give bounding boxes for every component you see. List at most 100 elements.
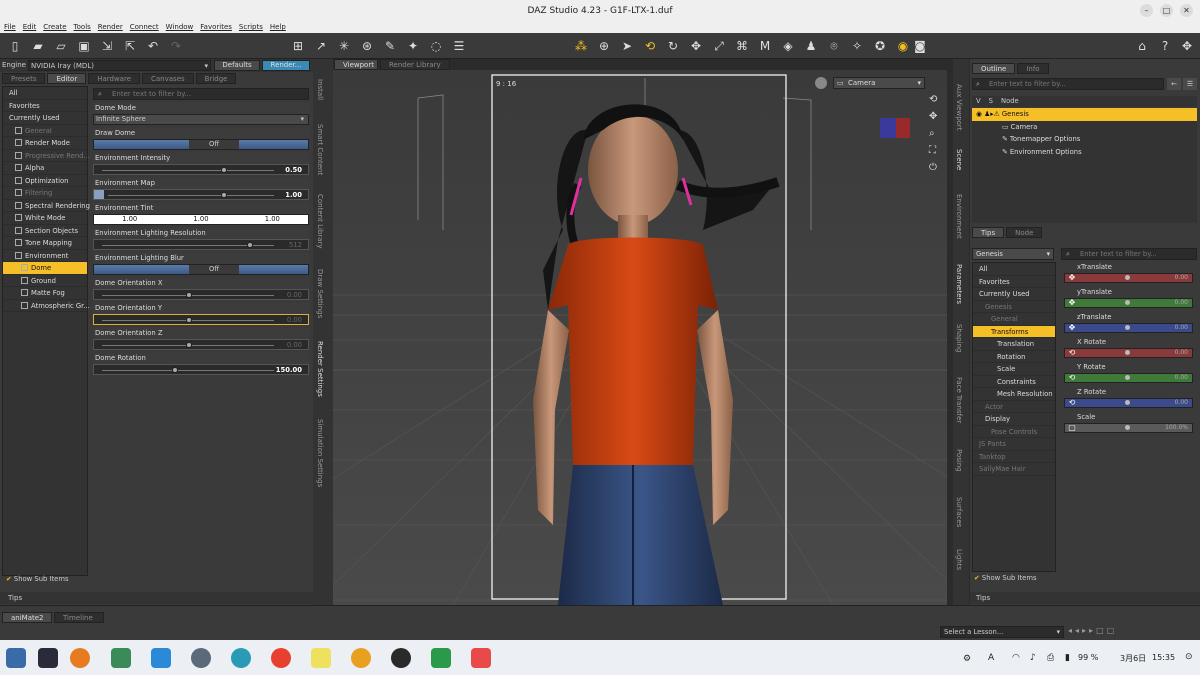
window-switch-icon[interactable] [38, 648, 58, 668]
iray-render-icon[interactable]: ◉ [894, 37, 912, 55]
parameter-slider[interactable]: ▢ 100.0% [1064, 423, 1193, 433]
parameter-category-item[interactable]: Tanktop [973, 451, 1055, 463]
pan-icon[interactable]: ✥ [929, 111, 937, 122]
surface-icon[interactable]: ◈ [779, 37, 797, 55]
tips-bar[interactable]: Tips [0, 592, 313, 604]
scale-icon[interactable]: ⤢ [710, 37, 728, 55]
menu-file[interactable]: File [4, 22, 16, 33]
tab-outline[interactable]: Outline [972, 63, 1016, 74]
render-icon[interactable]: ◙ [911, 37, 929, 55]
geometry-editor-icon[interactable]: ✦ [404, 37, 422, 55]
settings-icon[interactable] [191, 648, 211, 668]
render-category-item[interactable]: Tone Mapping [3, 237, 87, 250]
menu-create[interactable]: Create [43, 22, 66, 33]
tab-presets[interactable]: Presets [2, 73, 46, 84]
vpn-icon[interactable] [231, 648, 251, 668]
new-file-icon[interactable]: ▯ [6, 37, 24, 55]
light-icon[interactable]: ✪ [871, 37, 889, 55]
env-map-thumbnail[interactable] [94, 190, 104, 199]
view-cube-left-face[interactable] [880, 118, 896, 138]
redo-icon[interactable]: ↷ [167, 37, 185, 55]
obs-icon[interactable] [391, 648, 411, 668]
show-sub-items-checkbox[interactable]: ✔ Show Sub Items [6, 575, 69, 583]
tint-g[interactable]: 1.00 [165, 215, 236, 224]
viewport[interactable]: 9 : 16 ▭ Camera ▾ ⟲ ✥ ⌕ ⛶ ⏻ [132, 70, 1154, 606]
parameter-category-item[interactable]: Currently Used [973, 288, 1055, 301]
arrow-left-icon[interactable]: ← [1167, 78, 1181, 90]
firefox-icon[interactable] [70, 648, 90, 668]
menu-window[interactable]: Window [166, 22, 194, 33]
render-category-item[interactable]: Ground [3, 275, 87, 287]
outline-node-genesis[interactable]: ◉ ♟▸⚠ Genesis [972, 108, 1197, 121]
render-category-item[interactable]: Progressive Rend... [3, 150, 90, 162]
side-tab-scene[interactable]: Scene [955, 149, 963, 170]
menu-scripts[interactable]: Scripts [239, 22, 263, 33]
view-cube[interactable] [878, 112, 912, 146]
tab-editor[interactable]: Editor [47, 73, 87, 84]
tab-node[interactable]: Node [1006, 227, 1043, 238]
tab-tips[interactable]: Tips [972, 227, 1005, 238]
parameter-category-item[interactable]: Rotation [973, 351, 1055, 363]
outline-node-environment[interactable]: ✎ Environment Options [972, 146, 1197, 159]
close-icon[interactable]: ✕ [1180, 4, 1193, 17]
side-tab-install[interactable]: Install [316, 79, 324, 100]
surface-selection-icon[interactable]: Ⅿ [756, 37, 774, 55]
dome-rotation-slider[interactable]: 150.00 [93, 364, 309, 375]
render-category-item[interactable]: Spectral Rendering [3, 200, 90, 212]
render-category-item[interactable]: Matte Fog [3, 287, 87, 300]
render-button[interactable]: Render... [262, 60, 310, 71]
slider-knob[interactable] [246, 242, 253, 248]
slider-knob[interactable] [1125, 375, 1130, 380]
battery-icon[interactable]: ▮ [1065, 653, 1070, 663]
slider-knob[interactable] [220, 167, 227, 173]
render-category-item[interactable]: Alpha [3, 162, 87, 175]
tab-hardware[interactable]: Hardware [88, 73, 140, 84]
menu-render[interactable]: Render [98, 22, 123, 33]
side-tab-environment[interactable]: Environment [955, 194, 963, 239]
side-tab-smart-content[interactable]: Smart Content [316, 124, 324, 175]
render-category-item[interactable]: White Mode [3, 212, 87, 225]
mic-icon[interactable]: ⎙ [1047, 653, 1054, 663]
side-tab-draw-settings[interactable]: Draw Settings [316, 269, 324, 318]
outline-node-camera[interactable]: ▭ Camera [972, 121, 1197, 134]
slider-knob[interactable] [1125, 275, 1130, 280]
list-icon[interactable]: ☰ [450, 37, 468, 55]
env-light-blur-toggle[interactable]: Off [93, 264, 309, 275]
parameter-category-item[interactable]: Display [973, 413, 1055, 426]
slider-knob[interactable] [186, 292, 192, 298]
side-tab-parameters[interactable]: Parameters [955, 264, 963, 304]
dome-mode-select[interactable]: Infinite Sphere ▾ [93, 114, 309, 125]
render-category-item[interactable]: Filtering [3, 187, 87, 200]
outline-filter-input[interactable]: ⌕ Enter text to filter by... [972, 78, 1164, 90]
translate-icon[interactable]: ✥ [687, 37, 705, 55]
render-category-item[interactable]: Dome [3, 262, 87, 275]
side-tab-face-transfer[interactable]: Face Transfer [955, 377, 963, 423]
view-options-icon[interactable] [815, 77, 827, 89]
figure-select[interactable]: Genesis ▾ [972, 248, 1054, 260]
import-icon[interactable]: ⇲ [98, 37, 116, 55]
slider-knob[interactable] [1125, 325, 1130, 330]
network-icon[interactable]: ⚙ [963, 654, 971, 664]
universal-tool-icon[interactable]: ↗ [312, 37, 330, 55]
sheets-icon[interactable] [431, 648, 451, 668]
launcher-icon[interactable] [6, 648, 26, 668]
menu-edit[interactable]: Edit [23, 22, 37, 33]
daz-icon[interactable] [351, 648, 371, 668]
parameter-category-item[interactable]: Actor [973, 401, 1055, 413]
camera-tool-icon[interactable]: ⌾ [825, 37, 843, 55]
pose-tool-icon[interactable]: ⁂ [572, 37, 590, 55]
tint-r[interactable]: 1.00 [94, 215, 165, 224]
active-pose-icon[interactable]: ⟲ [641, 37, 659, 55]
settings-icon[interactable]: ✥ [1178, 37, 1196, 55]
rotate-icon[interactable]: ↻ [664, 37, 682, 55]
maximize-icon[interactable]: □ [1160, 4, 1173, 17]
render-category-item[interactable]: General [3, 125, 87, 137]
parameter-slider[interactable]: ⟲ 0.00 [1064, 348, 1193, 358]
minimize-icon[interactable]: – [1140, 4, 1153, 17]
col-select[interactable]: S [989, 96, 993, 107]
save-icon[interactable]: ▣ [75, 37, 93, 55]
lesson-nav-icons[interactable]: ◂◂▸▸□□ [1068, 626, 1198, 638]
menu-favorites[interactable]: Favorites [200, 22, 232, 33]
dome-orient-y-slider[interactable]: 0.00 [93, 314, 309, 325]
render-category-item[interactable]: Section Objects [3, 225, 87, 237]
